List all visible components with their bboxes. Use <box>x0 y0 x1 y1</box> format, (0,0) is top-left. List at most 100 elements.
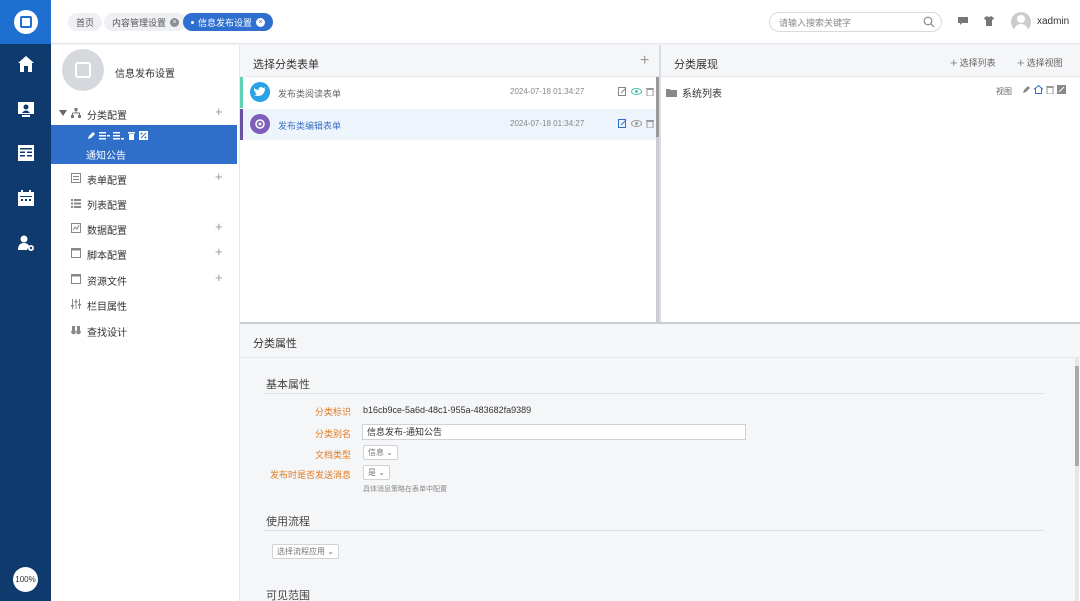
script-icon <box>71 248 81 258</box>
tab-home[interactable]: 首页 <box>68 13 103 31</box>
sidebar-item-script-config[interactable]: 脚本配置 + <box>51 242 240 264</box>
scrollbar[interactable] <box>1075 358 1079 601</box>
chevron-down-icon: ⌄ <box>327 547 334 556</box>
field-hint: 具体消息策略在表单中配置 <box>363 486 447 493</box>
sidebar-item-category-config[interactable]: 分类配置 + <box>51 102 240 124</box>
calendar-icon[interactable] <box>0 183 51 213</box>
field-value-id: b16cb9ce-5a6d-48c1-955a-483682fa9389 <box>363 405 532 415</box>
tab-label: 首页 <box>76 17 95 28</box>
tab-content-settings[interactable]: 内容管理设置 × <box>104 13 188 31</box>
send-message-select[interactable]: 是 ⌄ <box>363 465 390 480</box>
select-view-button[interactable]: + 选择视图 <box>1017 55 1063 70</box>
delete-icon[interactable] <box>1046 85 1054 94</box>
delete-icon[interactable] <box>127 131 136 140</box>
user-settings-icon[interactable] <box>0 228 51 258</box>
view-tag[interactable]: 视图 <box>996 86 1012 97</box>
sidebar-item-notice[interactable]: 通知公告 <box>51 125 237 164</box>
username[interactable]: xadmin <box>1037 16 1069 27</box>
nav-rail: 100% <box>0 0 51 601</box>
add-icon[interactable]: + <box>215 244 223 259</box>
search-icon[interactable] <box>923 16 935 28</box>
panel-header: 选择分类表单 + <box>240 45 659 77</box>
tab-info-publish-settings[interactable]: 信息发布设置 × <box>183 13 274 31</box>
edit-icon[interactable] <box>1022 85 1031 94</box>
list-remove-icon[interactable] <box>113 131 124 140</box>
button-label: 选择列表 <box>959 58 996 68</box>
category-properties-panel: 分类属性 基本属性 分类标识 b16cb9ce-5a6d-48c1-955a-4… <box>240 324 1080 601</box>
config-sidebar: 信息发布设置 分类配置 + 通知公告 表单配置 + 列表配置 数据配置 + 脚本… <box>51 45 240 601</box>
properties-form: 基本属性 分类标识 b16cb9ce-5a6d-48c1-955a-483682… <box>240 358 1075 601</box>
monitor-user-icon[interactable] <box>0 94 51 124</box>
message-icon[interactable] <box>957 15 969 27</box>
zoom-indicator[interactable]: 100% <box>13 567 38 592</box>
app-logo[interactable] <box>0 0 51 44</box>
sidebar-item-resource-files[interactable]: 资源文件 + <box>51 268 240 290</box>
sidebar-item-search-design[interactable]: 查找设计 <box>51 319 240 341</box>
avatar[interactable] <box>1011 12 1031 32</box>
sidebar-item-label: 表单配置 <box>87 176 127 187</box>
form-name: 发布类编辑表单 <box>278 121 342 131</box>
eye-icon[interactable] <box>631 87 642 96</box>
table-icon[interactable] <box>0 138 51 168</box>
panel-title: 分类展现 <box>674 59 718 71</box>
select-value: 是 <box>368 468 376 477</box>
search-placeholder: 请输入搜索关键字 <box>779 17 852 28</box>
edit-icon[interactable] <box>87 131 96 140</box>
tab-label: 信息发布设置 <box>198 17 253 28</box>
panel-title: 分类属性 <box>253 338 297 350</box>
panel-header: 分类展现 + 选择列表 + 选择视图 <box>661 45 1080 77</box>
sidebar-item-form-config[interactable]: 表单配置 + <box>51 167 240 189</box>
edit-form-icon[interactable] <box>618 87 627 96</box>
home-icon[interactable] <box>1034 85 1043 94</box>
delete-icon[interactable] <box>646 119 654 128</box>
add-icon[interactable]: + <box>215 169 223 184</box>
shirt-icon[interactable] <box>983 15 995 27</box>
tree-icon <box>71 108 81 118</box>
sidebar-item-list-config[interactable]: 列表配置 <box>51 192 240 214</box>
edit-form-icon[interactable] <box>618 119 627 128</box>
logo-icon <box>13 10 38 34</box>
close-icon[interactable]: × <box>170 17 180 27</box>
field-label-send: 发布时是否发送消息 <box>269 470 351 480</box>
chevron-down-icon: ⌄ <box>386 448 393 457</box>
flow-select[interactable]: 选择流程应用 ⌄ <box>272 544 339 559</box>
home-icon[interactable] <box>0 49 51 79</box>
form-row[interactable]: 发布类阅读表单 2024-07-18 01:34:27 <box>240 77 657 108</box>
sidebar-item-data-config[interactable]: 数据配置 + <box>51 217 240 239</box>
field-label-doctype: 文档类型 <box>314 450 351 460</box>
row-actions <box>618 87 654 96</box>
search-input[interactable]: 请输入搜索关键字 <box>769 12 942 32</box>
add-icon[interactable]: + <box>215 270 223 285</box>
select-list-button[interactable]: + 选择列表 <box>950 55 996 70</box>
form-icon <box>71 173 81 183</box>
sidebar-item-label: 资源文件 <box>87 277 127 288</box>
sidebar-item-column-properties[interactable]: 栏目属性 <box>51 293 240 315</box>
sidebar-item-label: 栏目属性 <box>87 302 127 313</box>
form-row[interactable]: 发布类编辑表单 2024-07-18 01:34:27 <box>240 109 657 140</box>
sidebar-item-label: 脚本配置 <box>87 251 127 262</box>
panel-title: 选择分类表单 <box>253 59 319 71</box>
sidebar-title: 信息发布设置 <box>115 69 175 80</box>
add-icon[interactable]: + <box>215 104 223 119</box>
sidebar-item-label: 查找设计 <box>87 328 127 339</box>
percent-icon[interactable] <box>139 131 148 140</box>
eye-icon[interactable] <box>631 119 642 128</box>
item-toolbar <box>87 131 148 140</box>
plus-icon: + <box>1017 55 1025 70</box>
top-bar: 首页 内容管理设置 × 信息发布设置 × 请输入搜索关键字 xadmin <box>51 0 1080 44</box>
doctype-select[interactable]: 信息 ⌄ <box>363 445 398 460</box>
caret-down-icon[interactable] <box>59 110 67 116</box>
alias-input-value: 信息发布-通知公告 <box>367 427 442 437</box>
add-icon[interactable]: + <box>215 219 223 234</box>
section-basic: 基本属性 <box>266 379 310 391</box>
percent-icon[interactable] <box>1057 85 1066 94</box>
section-visible-scope: 可见范围 <box>266 590 310 601</box>
alias-input[interactable]: 信息发布-通知公告 <box>362 424 746 440</box>
folder-icon <box>666 88 677 97</box>
delete-icon[interactable] <box>646 87 654 96</box>
list-item[interactable]: 系统列表 <box>666 85 722 100</box>
category-display-panel: 分类展现 + 选择列表 + 选择视图 系统列表 视图 <box>661 45 1080 322</box>
add-form-button[interactable]: + <box>640 52 649 70</box>
list-add-icon[interactable] <box>99 131 110 140</box>
close-icon[interactable]: × <box>256 17 266 27</box>
